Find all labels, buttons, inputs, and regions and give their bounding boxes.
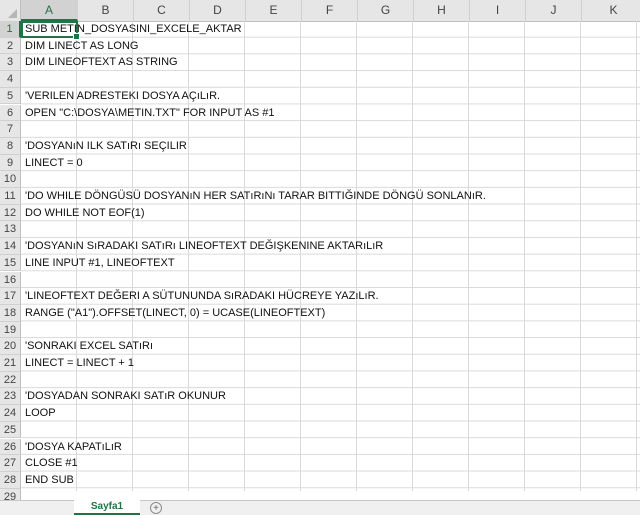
column-header-b[interactable]: B bbox=[78, 0, 134, 21]
sheet-tab-sayfa1[interactable]: Sayfa1 bbox=[74, 500, 140, 515]
row-header[interactable]: 11 bbox=[0, 188, 21, 205]
cell-a17[interactable]: 'LINEOFTEXT DEĞERI A SÜTUNUNDA SıRADAKI … bbox=[25, 288, 379, 305]
cell-a24[interactable]: LOOP bbox=[25, 405, 56, 422]
cell-a6[interactable]: OPEN "C:\DOSYA\METIN.TXT" FOR INPUT AS #… bbox=[25, 105, 274, 122]
column-header-k[interactable]: K bbox=[582, 0, 640, 21]
column-header-a[interactable]: A bbox=[21, 0, 78, 21]
select-all-corner[interactable] bbox=[0, 0, 21, 21]
column-header-f[interactable]: F bbox=[302, 0, 358, 21]
cell-a5[interactable]: 'VERILEN ADRESTEKI DOSYA AÇıLıR. bbox=[25, 88, 220, 105]
row-header[interactable]: 18 bbox=[0, 304, 21, 322]
sheet-tab-bar: Sayfa1 + bbox=[0, 500, 640, 515]
column-header-d[interactable]: D bbox=[190, 0, 246, 21]
add-sheet-icon[interactable]: + bbox=[150, 502, 162, 514]
column-header-i[interactable]: I bbox=[470, 0, 526, 21]
row-header[interactable]: 16 bbox=[0, 271, 21, 289]
row-header[interactable]: 6 bbox=[0, 104, 21, 122]
row-header[interactable]: 3 bbox=[0, 54, 21, 72]
row-header[interactable]: 17 bbox=[0, 288, 21, 305]
row-header[interactable]: 5 bbox=[0, 87, 21, 105]
row-header[interactable]: 22 bbox=[0, 371, 21, 389]
row-header[interactable]: 13 bbox=[0, 221, 21, 239]
row-header[interactable]: 9 bbox=[0, 154, 21, 172]
column-header-c[interactable]: C bbox=[134, 0, 190, 21]
row-header[interactable]: 7 bbox=[0, 121, 21, 138]
column-header-h[interactable]: H bbox=[414, 0, 470, 21]
cell-a20[interactable]: 'SONRAKI EXCEL SATıRı bbox=[25, 338, 153, 355]
cell-a18[interactable]: RANGE ("A1").OFFSET(LINECT, 0) = UCASE(L… bbox=[25, 305, 325, 322]
cell-a21[interactable]: LINECT = LINECT + 1 bbox=[25, 355, 134, 372]
row-header[interactable]: 25 bbox=[0, 421, 21, 439]
column-header-g[interactable]: G bbox=[358, 0, 414, 21]
row-header[interactable]: 1 bbox=[0, 21, 21, 38]
cell-a2[interactable]: DIM LINECT AS LONG bbox=[25, 38, 139, 55]
row-header[interactable]: 2 bbox=[0, 37, 21, 55]
cell-a26[interactable]: 'DOSYA KAPATıLıR bbox=[25, 439, 122, 456]
cell-a1[interactable]: SUB METIN_DOSYASINI_EXCELE_AKTAR bbox=[25, 21, 242, 38]
row-header[interactable]: 12 bbox=[0, 204, 21, 222]
cell-a23[interactable]: 'DOSYADAN SONRAKI SATıR OKUNUR bbox=[25, 388, 226, 405]
column-header-j[interactable]: J bbox=[526, 0, 582, 21]
row-header[interactable]: 15 bbox=[0, 254, 21, 272]
row-header[interactable]: 21 bbox=[0, 355, 21, 372]
row-header[interactable]: 29 bbox=[0, 488, 21, 500]
spreadsheet[interactable]: ABCDEFGHIJK 1 2 3 4 5 6 7 8 9 10 11 12 13 14 15 16 17 18 1… bbox=[0, 0, 640, 500]
row-header[interactable]: 4 bbox=[0, 71, 21, 88]
row-header[interactable]: 20 bbox=[0, 338, 21, 355]
cell-a11[interactable]: 'DO WHILE DÖNGÜSÜ DOSYANıN HER SATıRıNı … bbox=[25, 188, 486, 205]
column-header-row: ABCDEFGHIJK bbox=[0, 0, 640, 22]
cell-a15[interactable]: LINE INPUT #1, LINEOFTEXT bbox=[25, 255, 175, 272]
cell-a28[interactable]: END SUB bbox=[25, 472, 74, 489]
row-header[interactable]: 27 bbox=[0, 455, 21, 472]
row-header[interactable]: 26 bbox=[0, 438, 21, 456]
row-header[interactable]: 19 bbox=[0, 321, 21, 339]
row-header[interactable]: 28 bbox=[0, 471, 21, 489]
row-header[interactable]: 23 bbox=[0, 388, 21, 406]
row-header[interactable]: 10 bbox=[0, 171, 21, 188]
cell-a9[interactable]: LINECT = 0 bbox=[25, 155, 83, 172]
row-header[interactable]: 24 bbox=[0, 405, 21, 422]
column-header-e[interactable]: E bbox=[246, 0, 302, 21]
row-header[interactable]: 14 bbox=[0, 238, 21, 255]
cell-a8[interactable]: 'DOSYANıN ILK SATıRı SEÇILIR bbox=[25, 138, 187, 155]
row-header[interactable]: 8 bbox=[0, 137, 21, 155]
cell-a3[interactable]: DIM LINEOFTEXT AS STRING bbox=[25, 54, 178, 71]
cell-a27[interactable]: CLOSE #1 bbox=[25, 455, 78, 472]
cell-a14[interactable]: 'DOSYANıN SıRADAKI SATıRı LINEOFTEXT DEĞ… bbox=[25, 238, 383, 255]
cell-a12[interactable]: DO WHILE NOT EOF(1) bbox=[25, 205, 145, 222]
